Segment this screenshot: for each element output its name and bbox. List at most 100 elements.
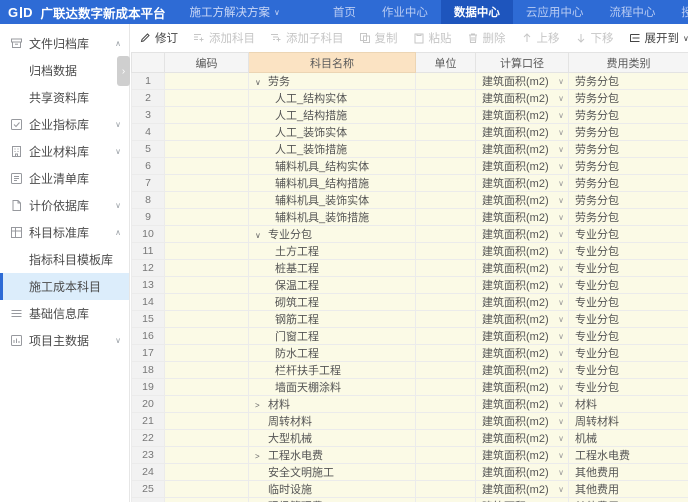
- table-row[interactable]: 8 辅料机具_装饰实体 建筑面积(m2)∨ 劳务分包: [132, 192, 688, 209]
- unit-cell: [416, 243, 476, 260]
- calc-basis-select[interactable]: 建筑面积(m2)∨: [476, 107, 569, 124]
- nav-item-work-center[interactable]: 作业中心: [369, 0, 441, 24]
- tree-toggle-icon[interactable]: >: [255, 401, 268, 410]
- calc-basis-select[interactable]: 建筑面积(m2)∨: [476, 226, 569, 243]
- calc-basis-select[interactable]: 建筑面积(m2)∨: [476, 158, 569, 175]
- delete-button[interactable]: 删除: [467, 30, 506, 46]
- calc-basis-select[interactable]: 建筑面积(m2)∨: [476, 260, 569, 277]
- dropdown-arrow-icon: ∨: [558, 332, 564, 341]
- tree-toggle-icon[interactable]: ∨: [255, 78, 268, 87]
- sidebar-item-subject-standard[interactable]: 科目标准库 ∧: [0, 219, 129, 246]
- tree-toggle-icon[interactable]: >: [255, 452, 268, 461]
- sidebar-item-enterprise-material[interactable]: 企业材料库 ∨: [0, 138, 129, 165]
- calc-basis-select[interactable]: 建筑面积(m2)∨: [476, 90, 569, 107]
- table-row[interactable]: 14 砌筑工程 建筑面积(m2)∨ 专业分包: [132, 294, 688, 311]
- calc-basis-select[interactable]: 建筑面积(m2)∨: [476, 311, 569, 328]
- table-row[interactable]: 3 人工_结构措施 建筑面积(m2)∨ 劳务分包: [132, 107, 688, 124]
- solution-menu[interactable]: 施工方解决方案 ∨: [190, 4, 280, 20]
- add-subject-button[interactable]: 添加科目: [193, 30, 255, 46]
- calc-basis-select[interactable]: 建筑面积(m2)∨: [476, 175, 569, 192]
- table-row[interactable]: 26 现场管理费 建筑面积(m2)∨ 其他费用: [132, 498, 688, 502]
- calc-basis-select[interactable]: 建筑面积(m2)∨: [476, 362, 569, 379]
- sidebar-item-project-master-data[interactable]: 项目主数据 ∨: [0, 327, 129, 354]
- calc-basis-select[interactable]: 建筑面积(m2)∨: [476, 413, 569, 430]
- copy-button[interactable]: 复制: [359, 30, 398, 46]
- sidebar-item-basic-info[interactable]: 基础信息库: [0, 300, 129, 327]
- calc-basis-select[interactable]: 建筑面积(m2)∨: [476, 192, 569, 209]
- table-row[interactable]: 24 安全文明施工 建筑面积(m2)∨ 其他费用: [132, 464, 688, 481]
- paste-button[interactable]: 粘贴: [413, 30, 452, 46]
- nav-item-auth-center[interactable]: 授权中心: [668, 0, 688, 24]
- table-row[interactable]: 16 门窗工程 建筑面积(m2)∨ 专业分包: [132, 328, 688, 345]
- calc-basis-select[interactable]: 建筑面积(m2)∨: [476, 243, 569, 260]
- row-number-cell: 20: [132, 396, 165, 413]
- subject-name-cell: 桩基工程: [249, 260, 416, 277]
- cost-category-cell: 劳务分包: [569, 158, 688, 175]
- calc-basis-select[interactable]: 建筑面积(m2)∨: [476, 379, 569, 396]
- table-row[interactable]: 10 ∨专业分包 建筑面积(m2)∨ 专业分包: [132, 226, 688, 243]
- revise-button[interactable]: 修订: [139, 30, 178, 46]
- table-row[interactable]: 11 土方工程 建筑面积(m2)∨ 专业分包: [132, 243, 688, 260]
- sidebar-item-pricing-basis[interactable]: 计价依据库 ∨: [0, 192, 129, 219]
- sidebar-item-enterprise-indicator[interactable]: 企业指标库 ∨: [0, 111, 129, 138]
- calc-basis-select[interactable]: 建筑面积(m2)∨: [476, 141, 569, 158]
- calc-basis-select[interactable]: 建筑面积(m2)∨: [476, 328, 569, 345]
- code-cell: [165, 192, 249, 209]
- calc-basis-select[interactable]: 建筑面积(m2)∨: [476, 73, 569, 90]
- table-row[interactable]: 7 辅料机具_结构措施 建筑面积(m2)∨ 劳务分包: [132, 175, 688, 192]
- nav-item-cloud-app-center[interactable]: 云应用中心: [513, 0, 597, 24]
- tree-toggle-icon[interactable]: ∨: [255, 231, 268, 240]
- sidebar-item-construction-cost-subject[interactable]: 施工成本科目: [0, 273, 129, 300]
- move-down-button[interactable]: 下移: [575, 30, 614, 46]
- calc-basis-select[interactable]: 建筑面积(m2)∨: [476, 277, 569, 294]
- solution-menu-label: 施工方解决方案: [190, 4, 271, 20]
- table-row[interactable]: 23 >工程水电费 建筑面积(m2)∨ 工程水电费: [132, 447, 688, 464]
- indicator-icon: [10, 118, 23, 131]
- calc-basis-select[interactable]: 建筑面积(m2)∨: [476, 464, 569, 481]
- calc-basis-select[interactable]: 建筑面积(m2)∨: [476, 481, 569, 498]
- cost-category-cell: 其他费用: [569, 498, 688, 502]
- add-sub-subject-button[interactable]: 添加子科目: [270, 30, 344, 46]
- table-row[interactable]: 17 防水工程 建筑面积(m2)∨ 专业分包: [132, 345, 688, 362]
- calc-basis-select[interactable]: 建筑面积(m2)∨: [476, 447, 569, 464]
- sidebar-item-archive-data[interactable]: 归档数据: [0, 57, 129, 84]
- cost-category-cell: 周转材料: [569, 413, 688, 430]
- expand-to-button[interactable]: 展开到 ∨: [629, 30, 688, 46]
- table-row[interactable]: 5 人工_装饰措施 建筑面积(m2)∨ 劳务分包: [132, 141, 688, 158]
- calc-basis-select[interactable]: 建筑面积(m2)∨: [476, 345, 569, 362]
- table-row[interactable]: 1 ∨劳务 建筑面积(m2)∨ 劳务分包: [132, 73, 688, 90]
- sidebar-item-file-archive[interactable]: 文件归档库 ∧: [0, 30, 129, 57]
- table-row[interactable]: 25 临时设施 建筑面积(m2)∨ 其他费用: [132, 481, 688, 498]
- table-row[interactable]: 19 墙面天棚涂料 建筑面积(m2)∨ 专业分包: [132, 379, 688, 396]
- table-row[interactable]: 12 桩基工程 建筑面积(m2)∨ 专业分包: [132, 260, 688, 277]
- calc-basis-select[interactable]: 建筑面积(m2)∨: [476, 124, 569, 141]
- table-row[interactable]: 22 大型机械 建筑面积(m2)∨ 机械: [132, 430, 688, 447]
- table-row[interactable]: 4 人工_装饰实体 建筑面积(m2)∨ 劳务分包: [132, 124, 688, 141]
- top-navbar: GD 广联达数字新成本平台 施工方解决方案 ∨ 首页 作业中心 数据中心 云应用…: [0, 0, 688, 24]
- table-row[interactable]: 15 钢筋工程 建筑面积(m2)∨ 专业分包: [132, 311, 688, 328]
- table-row[interactable]: 18 栏杆扶手工程 建筑面积(m2)∨ 专业分包: [132, 362, 688, 379]
- sidebar-item-indicator-template[interactable]: 指标科目模板库: [0, 246, 129, 273]
- table-row[interactable]: 6 辅料机具_结构实体 建筑面积(m2)∨ 劳务分包: [132, 158, 688, 175]
- sidebar-collapse-handle[interactable]: ›: [117, 56, 130, 86]
- calc-basis-select[interactable]: 建筑面积(m2)∨: [476, 396, 569, 413]
- nav-item-home[interactable]: 首页: [320, 0, 369, 24]
- calc-basis-select[interactable]: 建筑面积(m2)∨: [476, 209, 569, 226]
- table-row[interactable]: 20 >材料 建筑面积(m2)∨ 材料: [132, 396, 688, 413]
- move-up-button[interactable]: 上移: [521, 30, 560, 46]
- table-row[interactable]: 13 保温工程 建筑面积(m2)∨ 专业分包: [132, 277, 688, 294]
- table-header-row: 编码 科目名称 单位 计算口径 费用类别: [132, 53, 688, 73]
- calc-basis-select[interactable]: 建筑面积(m2)∨: [476, 294, 569, 311]
- nav-item-process-center[interactable]: 流程中心: [596, 0, 668, 24]
- nav-item-data-center[interactable]: 数据中心: [441, 0, 513, 24]
- code-cell: [165, 328, 249, 345]
- sidebar-item-shared-library[interactable]: 共享资料库: [0, 84, 129, 111]
- row-number-cell: 6: [132, 158, 165, 175]
- calc-basis-select[interactable]: 建筑面积(m2)∨: [476, 430, 569, 447]
- calc-basis-select[interactable]: 建筑面积(m2)∨: [476, 498, 569, 502]
- table-row[interactable]: 9 辅料机具_装饰措施 建筑面积(m2)∨ 劳务分包: [132, 209, 688, 226]
- table-row[interactable]: 21 周转材料 建筑面积(m2)∨ 周转材料: [132, 413, 688, 430]
- unit-cell: [416, 294, 476, 311]
- sidebar-item-enterprise-bill[interactable]: 企业清单库: [0, 165, 129, 192]
- table-row[interactable]: 2 人工_结构实体 建筑面积(m2)∨ 劳务分包: [132, 90, 688, 107]
